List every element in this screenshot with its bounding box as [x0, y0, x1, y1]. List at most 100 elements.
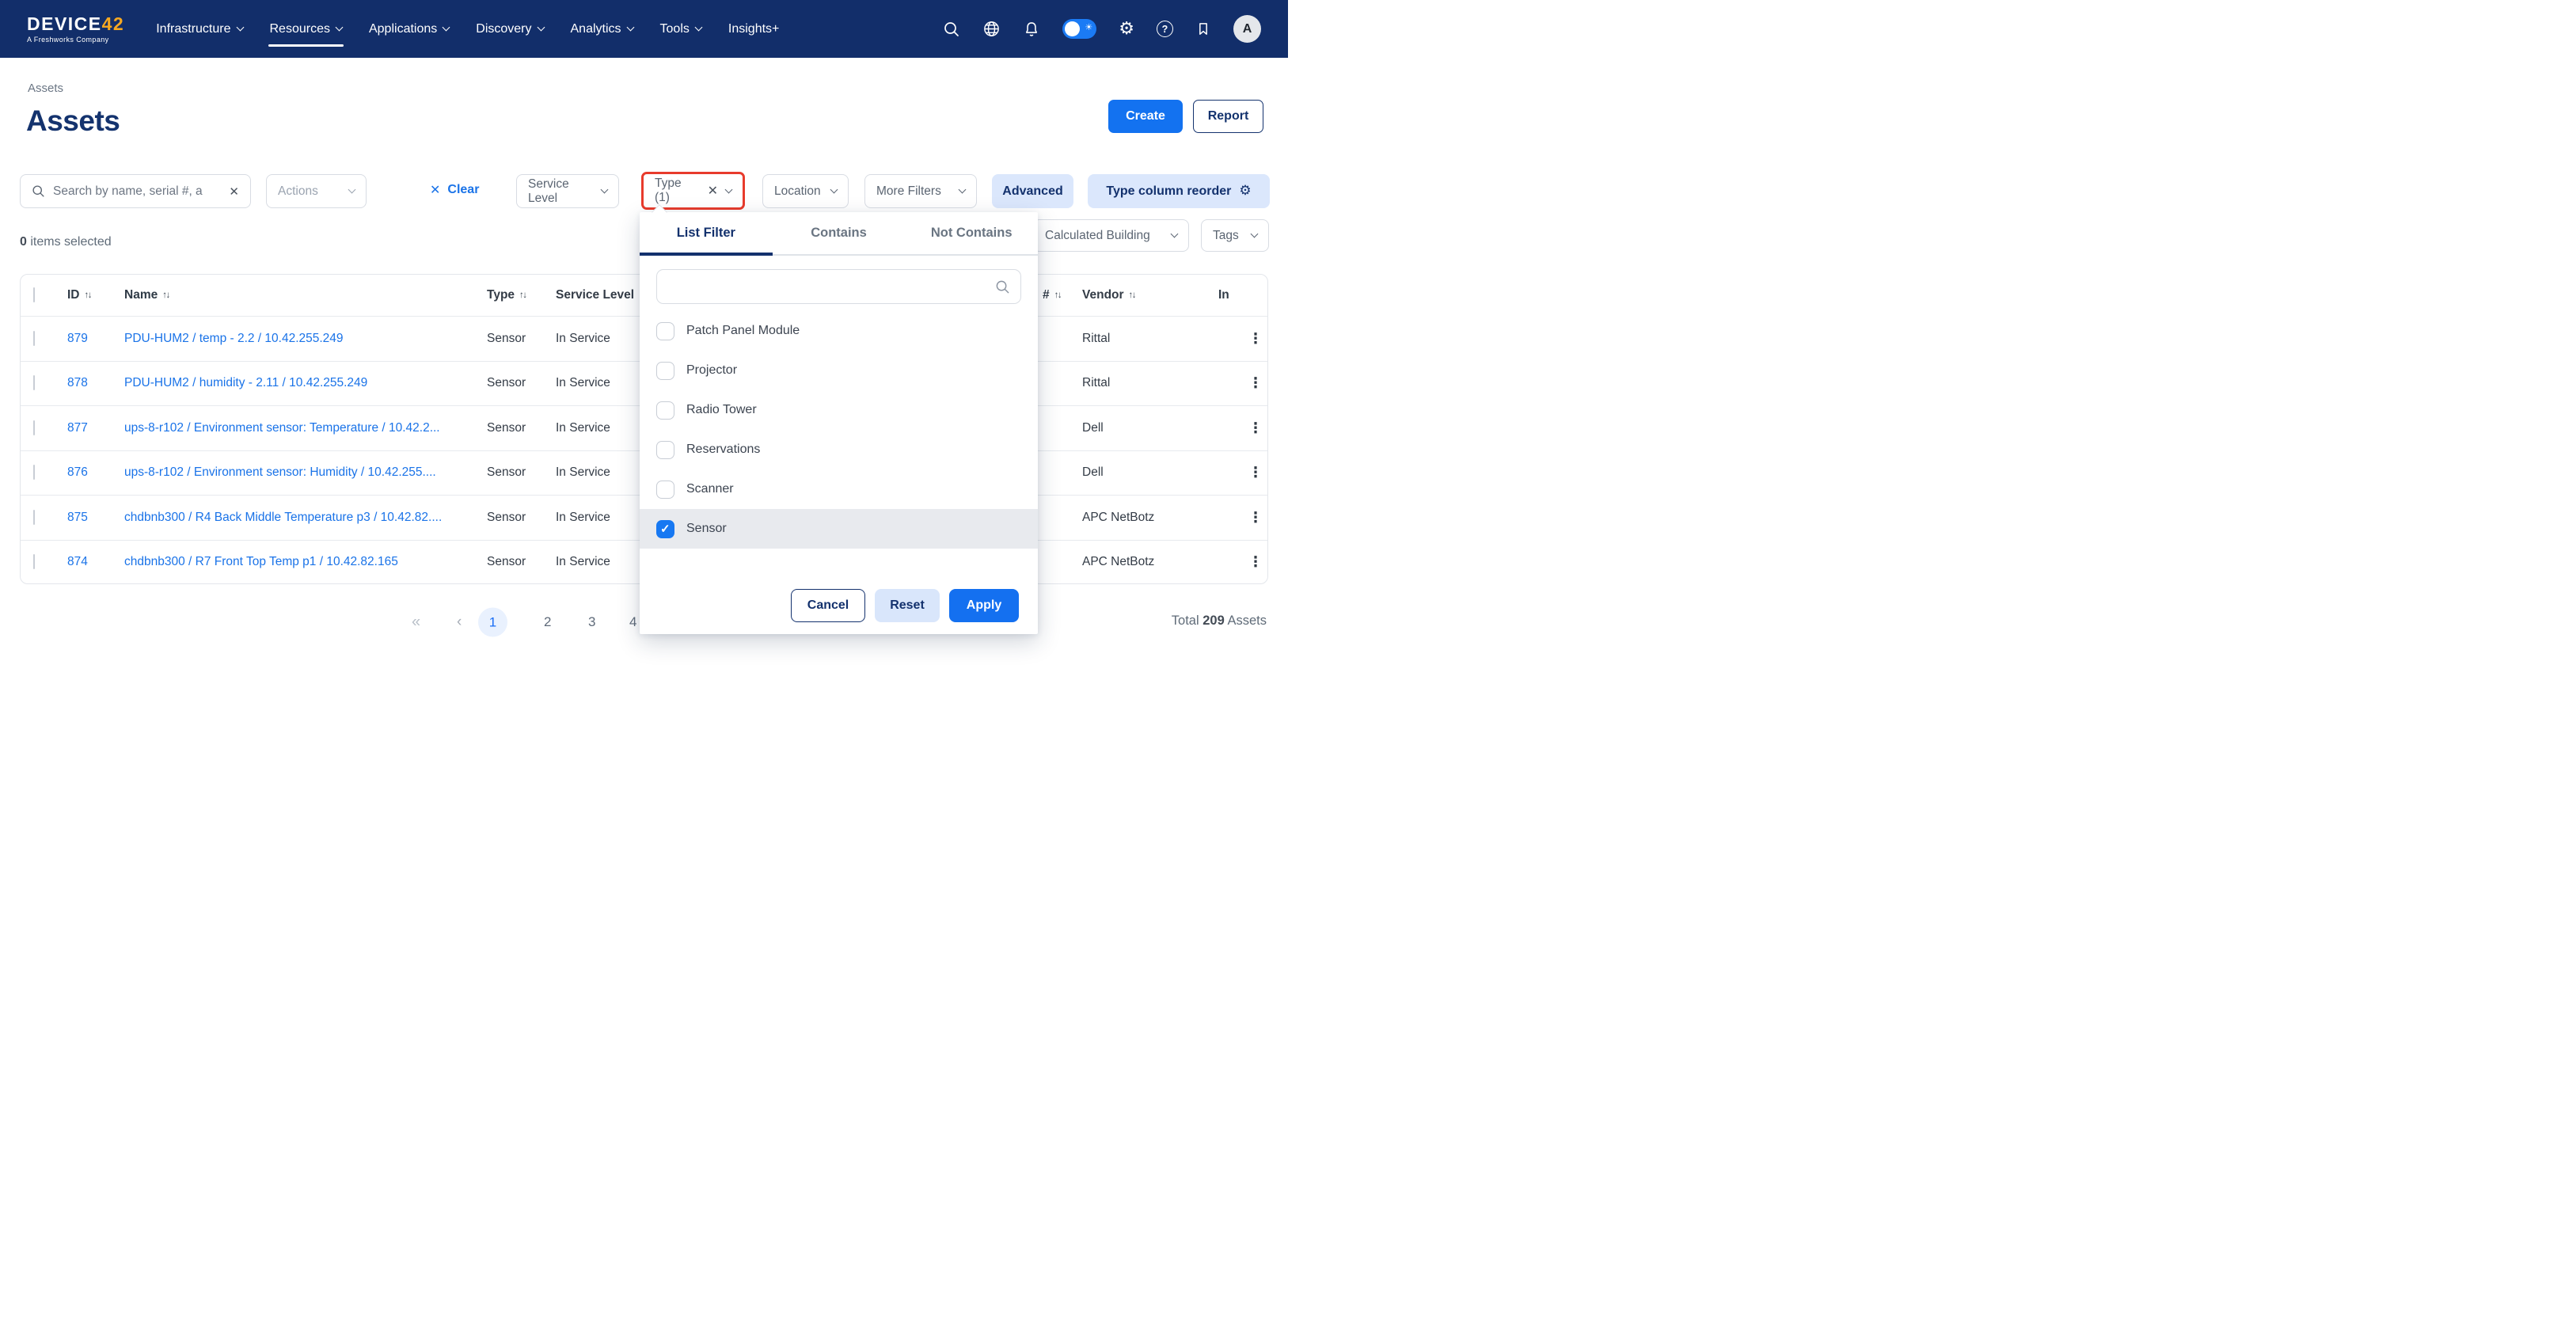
location-filter[interactable]: Location	[762, 174, 849, 208]
search-icon[interactable]	[943, 21, 960, 38]
asset-vendor: Dell	[1082, 421, 1104, 435]
filter-search-input[interactable]	[656, 269, 1021, 304]
asset-id-link[interactable]: 874	[67, 555, 88, 569]
avatar[interactable]: A	[1233, 15, 1261, 43]
option-reservations[interactable]: Reservations	[640, 430, 1038, 469]
bell-icon[interactable]	[1023, 21, 1040, 38]
pagination-page-4[interactable]: 4	[629, 614, 636, 630]
column-header-type[interactable]: Type↑↓	[487, 288, 526, 302]
create-button[interactable]: Create	[1108, 100, 1183, 133]
type-column-reorder-button[interactable]: Type column reorder ⚙	[1088, 174, 1270, 208]
breadcrumb[interactable]: Assets	[28, 82, 63, 95]
pagination-first[interactable]: «	[412, 614, 420, 632]
menu-resources[interactable]: Resources	[270, 0, 342, 58]
pagination-page-2[interactable]: 2	[544, 614, 551, 630]
menu-insights[interactable]: Insights+	[728, 0, 779, 58]
option-scanner[interactable]: Scanner	[640, 469, 1038, 509]
option-patch-panel-module[interactable]: Patch Panel Module	[640, 311, 1038, 351]
row-checkbox[interactable]	[33, 331, 35, 346]
remove-type-filter-icon[interactable]: ✕	[708, 183, 718, 199]
row-menu-icon[interactable]: ⋮	[1248, 509, 1263, 526]
option-radio-tower[interactable]: Radio Tower	[640, 390, 1038, 430]
theme-toggle[interactable]: ☀	[1062, 19, 1096, 39]
asset-id-link[interactable]: 879	[67, 332, 88, 346]
checkbox[interactable]	[656, 481, 674, 499]
menu-analytics[interactable]: Analytics	[571, 0, 633, 58]
option-projector[interactable]: Projector	[640, 351, 1038, 390]
chevron-down-icon	[830, 186, 838, 194]
pagination-prev[interactable]: ‹	[457, 614, 462, 631]
sort-icon[interactable]: ↑↓	[519, 291, 526, 300]
asset-search-input[interactable]: Search by name, serial #, a ✕	[20, 174, 251, 208]
row-menu-icon[interactable]: ⋮	[1248, 554, 1263, 571]
gear-icon[interactable]: ⚙	[1119, 21, 1134, 38]
asset-name-link[interactable]: chdbnb300 / R7 Front Top Temp p1 / 10.42…	[124, 555, 398, 569]
filter-options-list: Patch Panel Module Projector Radio Tower…	[640, 311, 1038, 549]
calculated-building-filter[interactable]: Calculated Building	[1033, 219, 1189, 252]
sort-icon[interactable]: ↑↓	[162, 291, 169, 300]
asset-id-link[interactable]: 877	[67, 421, 88, 435]
row-checkbox[interactable]	[33, 465, 35, 480]
tab-not-contains[interactable]: Not Contains	[905, 212, 1038, 254]
asset-name-link[interactable]: ups-8-r102 / Environment sensor: Tempera…	[124, 421, 440, 435]
column-header-in[interactable]: In	[1218, 288, 1229, 302]
asset-id-link[interactable]: 876	[67, 465, 88, 480]
asset-name-link[interactable]: PDU-HUM2 / temp - 2.2 / 10.42.255.249	[124, 332, 344, 346]
tab-contains[interactable]: Contains	[773, 212, 906, 254]
sort-icon[interactable]: ↑↓	[1054, 291, 1062, 300]
reset-button[interactable]: Reset	[875, 589, 940, 622]
row-checkbox[interactable]	[33, 420, 35, 435]
row-menu-icon[interactable]: ⋮	[1248, 420, 1263, 436]
column-header-name[interactable]: Name↑↓	[124, 288, 169, 302]
clear-search-icon[interactable]: ✕	[229, 184, 239, 199]
checkbox[interactable]	[656, 441, 674, 459]
asset-name-link[interactable]: chdbnb300 / R4 Back Middle Temperature p…	[124, 511, 442, 525]
sort-icon[interactable]: ↑↓	[1129, 291, 1136, 300]
actions-dropdown[interactable]: Actions	[266, 174, 367, 208]
asset-service-level: In Service	[556, 376, 610, 390]
checkbox[interactable]	[656, 401, 674, 420]
asset-type: Sensor	[487, 465, 526, 480]
service-level-filter[interactable]: Service Level	[516, 174, 619, 208]
menu-infrastructure[interactable]: Infrastructure	[156, 0, 242, 58]
cancel-button[interactable]: Cancel	[791, 589, 865, 622]
advanced-button[interactable]: Advanced	[992, 174, 1073, 208]
report-button[interactable]: Report	[1193, 100, 1263, 133]
asset-type: Sensor	[487, 421, 526, 435]
more-filters-dropdown[interactable]: More Filters	[864, 174, 977, 208]
clear-filters-button[interactable]: ✕ Clear	[430, 182, 479, 198]
tags-filter[interactable]: Tags	[1201, 219, 1269, 252]
asset-id-link[interactable]: 875	[67, 511, 88, 525]
checkbox[interactable]	[656, 362, 674, 380]
asset-name-link[interactable]: PDU-HUM2 / humidity - 2.11 / 10.42.255.2…	[124, 376, 367, 390]
column-header-num[interactable]: #↑↓	[1043, 288, 1061, 302]
type-filter-highlighted[interactable]: Type (1) ✕	[641, 172, 745, 210]
select-all-checkbox[interactable]	[33, 287, 35, 302]
row-checkbox[interactable]	[33, 375, 35, 390]
menu-discovery[interactable]: Discovery	[476, 0, 543, 58]
row-checkbox[interactable]	[33, 510, 35, 525]
apply-button[interactable]: Apply	[949, 589, 1019, 622]
column-header-vendor[interactable]: Vendor↑↓	[1082, 288, 1135, 302]
sort-icon[interactable]: ↑↓	[85, 291, 92, 300]
menu-applications[interactable]: Applications	[369, 0, 449, 58]
column-header-id[interactable]: ID↑↓	[67, 288, 91, 302]
bookmark-icon[interactable]	[1195, 21, 1211, 37]
pagination-page-3[interactable]: 3	[588, 614, 595, 630]
option-sensor[interactable]: Sensor	[640, 509, 1038, 549]
row-menu-icon[interactable]: ⋮	[1248, 465, 1263, 481]
menu-tools[interactable]: Tools	[660, 0, 701, 58]
chevron-down-icon	[443, 24, 450, 32]
checkbox[interactable]	[656, 322, 674, 340]
device42-logo[interactable]: DEVICE42 A Freshworks Company	[27, 15, 124, 44]
asset-id-link[interactable]: 878	[67, 376, 88, 390]
column-header-service-level[interactable]: Service Level	[556, 288, 634, 302]
help-icon[interactable]: ?	[1157, 21, 1173, 37]
row-menu-icon[interactable]: ⋮	[1248, 375, 1263, 392]
row-checkbox[interactable]	[33, 554, 35, 569]
pagination-page-1[interactable]: 1	[478, 608, 507, 637]
globe-icon[interactable]	[982, 20, 1001, 38]
checkbox-checked[interactable]	[656, 520, 674, 538]
row-menu-icon[interactable]: ⋮	[1248, 330, 1263, 347]
asset-name-link[interactable]: ups-8-r102 / Environment sensor: Humidit…	[124, 465, 436, 480]
